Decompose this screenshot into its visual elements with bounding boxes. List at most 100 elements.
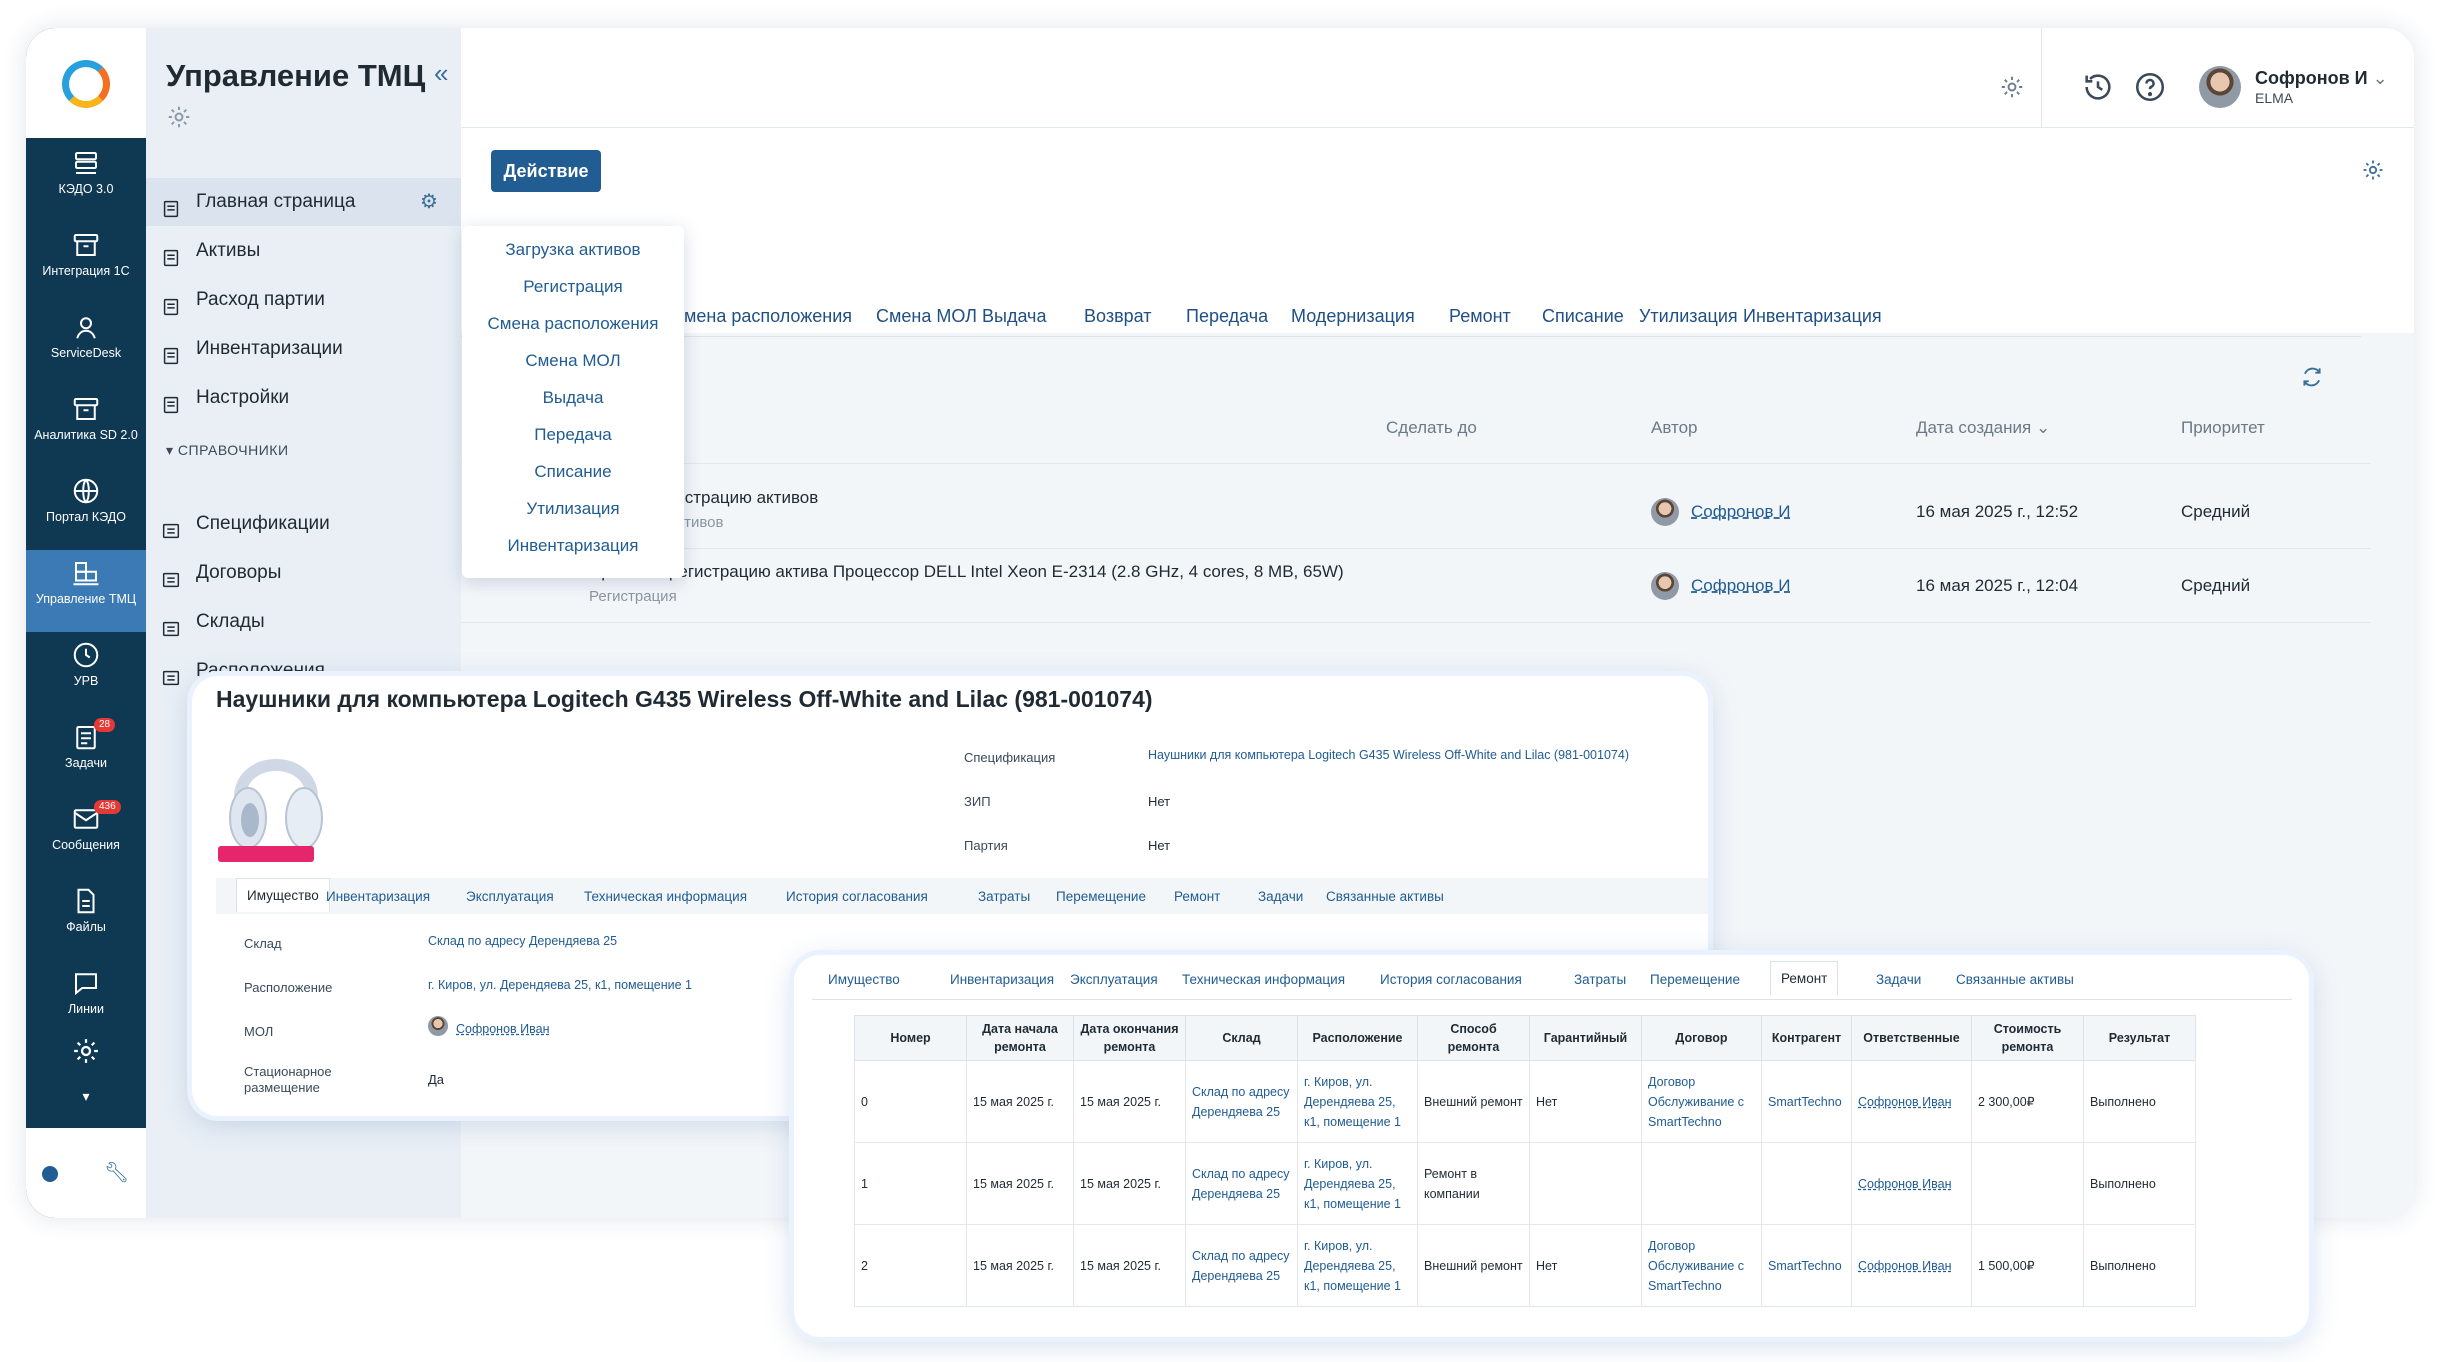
- responsible-link[interactable]: Софронов Иван: [1858, 1095, 1951, 1109]
- add-circle-icon[interactable]: [42, 1166, 58, 1182]
- task-author[interactable]: Софронов И: [1691, 502, 1790, 522]
- warehouse-link[interactable]: Склад по адресу Дерендяева 25: [428, 934, 617, 948]
- gear-icon[interactable]: [2361, 158, 2385, 182]
- dropdown-item-5[interactable]: Передача: [462, 425, 684, 445]
- cell-wh[interactable]: Склад по адресу Дерендяева 25: [1185, 1142, 1298, 1225]
- gear-icon[interactable]: [1999, 74, 2025, 100]
- elma-logo[interactable]: [62, 60, 110, 108]
- gear-icon[interactable]: [166, 104, 192, 130]
- collapse-icon[interactable]: «: [434, 58, 448, 89]
- col-author[interactable]: Автор: [1651, 418, 1698, 438]
- wrench-icon[interactable]: 🔧︎: [104, 1160, 129, 1185]
- tab-9[interactable]: Инвентаризация: [1743, 306, 1882, 327]
- rail-item-0[interactable]: КЭДО 3.0: [26, 140, 146, 222]
- nav-item-3[interactable]: Инвентаризации: [146, 325, 461, 373]
- rail-item-6[interactable]: УРВ: [26, 632, 146, 714]
- card-tab-0[interactable]: Имущество: [828, 972, 900, 987]
- dropdown-item-0[interactable]: Загрузка активов: [462, 240, 684, 260]
- history-icon[interactable]: [2081, 70, 2115, 104]
- card-tab-4[interactable]: История согласования: [1380, 972, 1522, 987]
- cell-loc[interactable]: г. Киров, ул. Дерендяева 25, к1, помещен…: [1297, 1224, 1418, 1307]
- responsible-link[interactable]: Софронов Иван: [1858, 1177, 1951, 1191]
- rail-item-4[interactable]: Портал КЭДО: [26, 468, 146, 550]
- card-tab-5[interactable]: Затраты: [1574, 972, 1626, 987]
- card-tab-7[interactable]: Ремонт: [1174, 889, 1220, 904]
- tab-6[interactable]: Ремонт: [1449, 306, 1511, 327]
- cell-resp[interactable]: Софронов Иван: [1851, 1060, 1972, 1143]
- rail-item-3[interactable]: Аналитика SD 2.0: [26, 386, 146, 468]
- cell-resp[interactable]: Софронов Иван: [1851, 1224, 1972, 1307]
- nav-item-1[interactable]: Активы: [146, 227, 461, 275]
- responsible-link[interactable]: Софронов Иван: [1858, 1259, 1951, 1273]
- rail-settings[interactable]: [26, 1028, 146, 1088]
- mol-link[interactable]: Софронов Иван: [456, 1022, 549, 1036]
- location-link[interactable]: г. Киров, ул. Дерендяева 25, к1, помещен…: [428, 978, 692, 992]
- rail-item-8[interactable]: 436 Сообщения: [26, 796, 146, 878]
- card-tab-1[interactable]: Инвентаризация: [326, 889, 430, 904]
- tab-8[interactable]: Утилизация: [1639, 306, 1738, 327]
- card-tab-9[interactable]: Связанные активы: [1956, 972, 2074, 987]
- card-tab-3[interactable]: Техническая информация: [1182, 972, 1345, 987]
- nav-section-header[interactable]: ▾ СПРАВОЧНИКИ: [166, 442, 289, 459]
- cell-loc[interactable]: г. Киров, ул. Дерендяева 25, к1, помещен…: [1297, 1142, 1418, 1225]
- cell-wh[interactable]: Склад по адресу Дерендяева 25: [1185, 1060, 1298, 1143]
- card-tab-8[interactable]: Задачи: [1876, 972, 1921, 987]
- dropdown-item-6[interactable]: Списание: [462, 462, 684, 482]
- dropdown-item-1[interactable]: Регистрация: [462, 277, 684, 297]
- tab-7[interactable]: Списание: [1542, 306, 1624, 327]
- col-created[interactable]: Дата создания ⌄: [1916, 418, 2050, 438]
- card-tab-2[interactable]: Эксплуатация: [1070, 972, 1158, 987]
- task-author[interactable]: Софронов И: [1691, 576, 1790, 596]
- spec-link[interactable]: Наушники для компьютера Logitech G435 Wi…: [1148, 748, 1629, 762]
- cell-wh[interactable]: Склад по адресу Дерендяева 25: [1185, 1224, 1298, 1307]
- col-due[interactable]: Сделать до: [1386, 418, 1477, 438]
- dropdown-item-8[interactable]: Инвентаризация: [462, 536, 684, 556]
- rail-item-1[interactable]: Интеграция 1С: [26, 222, 146, 304]
- col-priority[interactable]: Приоритет: [2181, 418, 2265, 438]
- tab-4[interactable]: Передача: [1186, 306, 1268, 327]
- card-tab-0[interactable]: Имущество: [236, 878, 330, 912]
- task-title[interactable]: Провести регистрацию актива Процессор DE…: [589, 562, 1344, 582]
- rail-item-9[interactable]: Файлы: [26, 878, 146, 960]
- card-tab-4[interactable]: История согласования: [786, 889, 928, 904]
- rail-expand[interactable]: ▾: [26, 1088, 146, 1118]
- card-tab-7[interactable]: Ремонт: [1770, 961, 1839, 995]
- tab-5[interactable]: Модернизация: [1291, 306, 1415, 327]
- tab-1[interactable]: Смена МОЛ: [876, 306, 977, 327]
- card-tab-3[interactable]: Техническая информация: [584, 889, 747, 904]
- card-tab-6[interactable]: Перемещение: [1056, 889, 1146, 904]
- help-icon[interactable]: [2133, 70, 2167, 104]
- nav-item-4[interactable]: Настройки: [146, 374, 461, 422]
- cell-contractor[interactable]: [1761, 1142, 1852, 1225]
- refresh-icon[interactable]: [2299, 364, 2325, 390]
- user-name[interactable]: Софронов И ⌄: [2255, 68, 2388, 89]
- cell-contract[interactable]: Договор Обслуживание с SmartTechno: [1641, 1060, 1762, 1143]
- nav-ref-2[interactable]: Склады: [146, 598, 461, 646]
- task-title[interactable]: гистрацию активов: [669, 488, 818, 508]
- gear-icon[interactable]: ⚙: [420, 178, 438, 226]
- rail-item-2[interactable]: ServiceDesk: [26, 304, 146, 386]
- dropdown-item-2[interactable]: Смена расположения: [462, 314, 684, 334]
- rail-item-5[interactable]: Управление ТМЦ: [26, 550, 146, 632]
- cell-contract[interactable]: Договор Обслуживание с SmartTechno: [1641, 1224, 1762, 1307]
- dropdown-item-3[interactable]: Смена МОЛ: [462, 351, 684, 371]
- cell-resp[interactable]: Софронов Иван: [1851, 1142, 1972, 1225]
- card-tab-1[interactable]: Инвентаризация: [950, 972, 1054, 987]
- nav-ref-0[interactable]: Спецификации: [146, 500, 461, 548]
- cell-contractor[interactable]: SmartTechno: [1761, 1060, 1852, 1143]
- dropdown-item-4[interactable]: Выдача: [462, 388, 684, 408]
- tab-3[interactable]: Возврат: [1084, 306, 1152, 327]
- nav-item-0[interactable]: Главная страница ⚙: [146, 178, 461, 226]
- user-avatar[interactable]: [2199, 66, 2241, 108]
- card-tab-6[interactable]: Перемещение: [1650, 972, 1740, 987]
- card-tab-5[interactable]: Затраты: [978, 889, 1030, 904]
- cell-contractor[interactable]: SmartTechno: [1761, 1224, 1852, 1307]
- action-button[interactable]: Действие: [491, 150, 601, 192]
- nav-ref-1[interactable]: Договоры: [146, 549, 461, 597]
- tab-0[interactable]: Смена расположения: [671, 306, 852, 327]
- tab-2[interactable]: Выдача: [982, 306, 1046, 327]
- card-tab-2[interactable]: Эксплуатация: [466, 889, 554, 904]
- dropdown-item-7[interactable]: Утилизация: [462, 499, 684, 519]
- cell-loc[interactable]: г. Киров, ул. Дерендяева 25, к1, помещен…: [1297, 1060, 1418, 1143]
- card-tab-8[interactable]: Задачи: [1258, 889, 1303, 904]
